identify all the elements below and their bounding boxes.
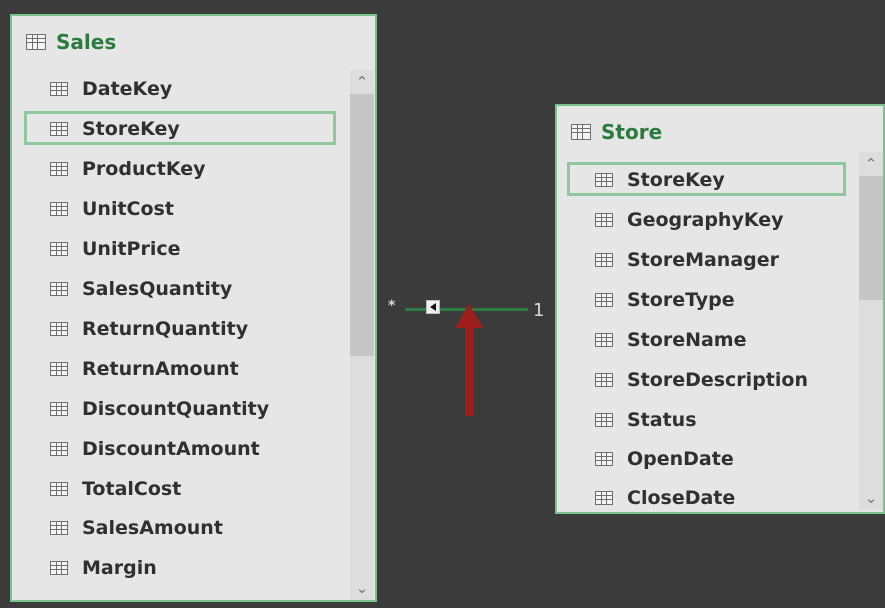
field-label: CloseDate bbox=[627, 487, 736, 509]
table-grid-icon bbox=[26, 34, 46, 50]
field-grid-icon bbox=[50, 402, 68, 416]
field-grid-icon bbox=[595, 373, 613, 387]
field-label: DiscountAmount bbox=[82, 438, 260, 460]
field-label: ProductKey bbox=[82, 158, 206, 180]
field-label: DiscountQuantity bbox=[82, 398, 270, 420]
sales-store-relationship[interactable]: * 1 bbox=[377, 289, 555, 429]
field-label: UnitPrice bbox=[82, 238, 181, 260]
sales-field-datekey[interactable]: DateKey bbox=[50, 72, 172, 106]
field-grid-icon bbox=[595, 333, 613, 347]
field-label: StoreDescription bbox=[627, 369, 808, 391]
store-field-storename[interactable]: StoreName bbox=[595, 323, 746, 357]
field-grid-icon bbox=[50, 521, 68, 535]
field-label: DateKey bbox=[82, 78, 173, 100]
field-label: Margin bbox=[82, 557, 157, 579]
field-label: SalesQuantity bbox=[82, 278, 233, 300]
field-label: StoreKey bbox=[82, 118, 180, 140]
field-grid-icon bbox=[595, 173, 613, 187]
sales-field-returnamount[interactable]: ReturnAmount bbox=[50, 352, 239, 386]
sales-field-salesquantity[interactable]: SalesQuantity bbox=[50, 272, 232, 306]
store-field-geographykey[interactable]: GeographyKey bbox=[595, 203, 784, 237]
sales-field-salesamount[interactable]: SalesAmount bbox=[50, 511, 223, 545]
field-grid-icon bbox=[595, 213, 613, 227]
field-label: ReturnQuantity bbox=[82, 318, 249, 340]
field-label: StoreManager bbox=[627, 249, 780, 271]
field-grid-icon bbox=[50, 122, 68, 136]
field-grid-icon bbox=[50, 242, 68, 256]
field-grid-icon bbox=[50, 282, 68, 296]
sales-field-discountquantity[interactable]: DiscountQuantity bbox=[50, 392, 269, 426]
sales-scroll-thumb[interactable] bbox=[350, 94, 374, 356]
sales-field-storekey[interactable]: StoreKey bbox=[24, 111, 336, 146]
store-field-storedescription[interactable]: StoreDescription bbox=[595, 363, 808, 397]
field-label: OpenDate bbox=[627, 448, 734, 470]
sales-table[interactable]: Sales DateKey StoreKey ProductKey UnitCo… bbox=[10, 14, 377, 602]
chevron-up-icon[interactable]: ⌃ bbox=[350, 70, 374, 94]
store-field-closedate[interactable]: CloseDate bbox=[595, 481, 736, 512]
field-grid-icon bbox=[595, 452, 613, 466]
store-field-storetype[interactable]: StoreType bbox=[595, 283, 735, 317]
sales-field-discountamount[interactable]: DiscountAmount bbox=[50, 432, 260, 466]
field-grid-icon bbox=[595, 253, 613, 267]
field-grid-icon bbox=[50, 82, 68, 96]
field-grid-icon bbox=[50, 202, 68, 216]
chevron-up-icon[interactable]: ⌃ bbox=[859, 152, 883, 176]
sales-field-returnquantity[interactable]: ReturnQuantity bbox=[50, 312, 248, 346]
store-scroll-thumb[interactable] bbox=[859, 176, 883, 300]
one-cardinality-label: 1 bbox=[533, 300, 545, 321]
many-cardinality-label: * bbox=[388, 298, 396, 314]
field-label: UnitCost bbox=[82, 198, 174, 220]
field-label: StoreKey bbox=[627, 169, 725, 191]
store-field-list: StoreKey GeographyKey StoreManager Store… bbox=[557, 106, 883, 512]
sales-scrollbar[interactable]: ⌃ ⌄ bbox=[350, 70, 374, 600]
field-label: Status bbox=[627, 409, 697, 431]
store-table[interactable]: Store StoreKey GeographyKey StoreManager… bbox=[555, 104, 885, 514]
sales-field-list: DateKey StoreKey ProductKey UnitCost Uni… bbox=[12, 16, 375, 600]
red-arrow-icon bbox=[455, 304, 483, 416]
store-scrollbar[interactable]: ⌃ ⌄ bbox=[859, 152, 883, 510]
store-field-opendate[interactable]: OpenDate bbox=[595, 442, 734, 476]
field-label: GeographyKey bbox=[627, 209, 784, 231]
field-label: StoreName bbox=[627, 329, 747, 351]
field-grid-icon bbox=[50, 362, 68, 376]
chevron-down-icon[interactable]: ⌄ bbox=[350, 576, 374, 600]
sales-field-totalcost[interactable]: TotalCost bbox=[50, 472, 181, 506]
sales-field-unitprice[interactable]: UnitPrice bbox=[50, 232, 181, 266]
store-field-storekey[interactable]: StoreKey bbox=[567, 162, 846, 197]
sales-field-unitcost[interactable]: UnitCost bbox=[50, 192, 174, 226]
sales-field-margin[interactable]: Margin bbox=[50, 551, 157, 585]
field-grid-icon bbox=[595, 293, 613, 307]
field-grid-icon bbox=[50, 322, 68, 336]
store-field-storemanager[interactable]: StoreManager bbox=[595, 243, 779, 277]
red-arrow-icon bbox=[455, 304, 483, 416]
field-grid-icon bbox=[595, 491, 613, 505]
chevron-down-icon[interactable]: ⌄ bbox=[859, 486, 883, 510]
field-grid-icon bbox=[50, 442, 68, 456]
field-label: TotalCost bbox=[82, 478, 182, 500]
store-field-status[interactable]: Status bbox=[595, 403, 697, 437]
field-label: ReturnAmount bbox=[82, 358, 239, 380]
filter-direction-icon[interactable] bbox=[426, 300, 440, 314]
field-label: SalesAmount bbox=[82, 517, 223, 539]
field-label: StoreType bbox=[627, 289, 735, 311]
field-grid-icon bbox=[595, 413, 613, 427]
field-grid-icon bbox=[50, 482, 68, 496]
sales-field-productkey[interactable]: ProductKey bbox=[50, 152, 205, 186]
field-grid-icon bbox=[50, 561, 68, 575]
field-grid-icon bbox=[50, 162, 68, 176]
table-grid-icon bbox=[571, 124, 591, 140]
